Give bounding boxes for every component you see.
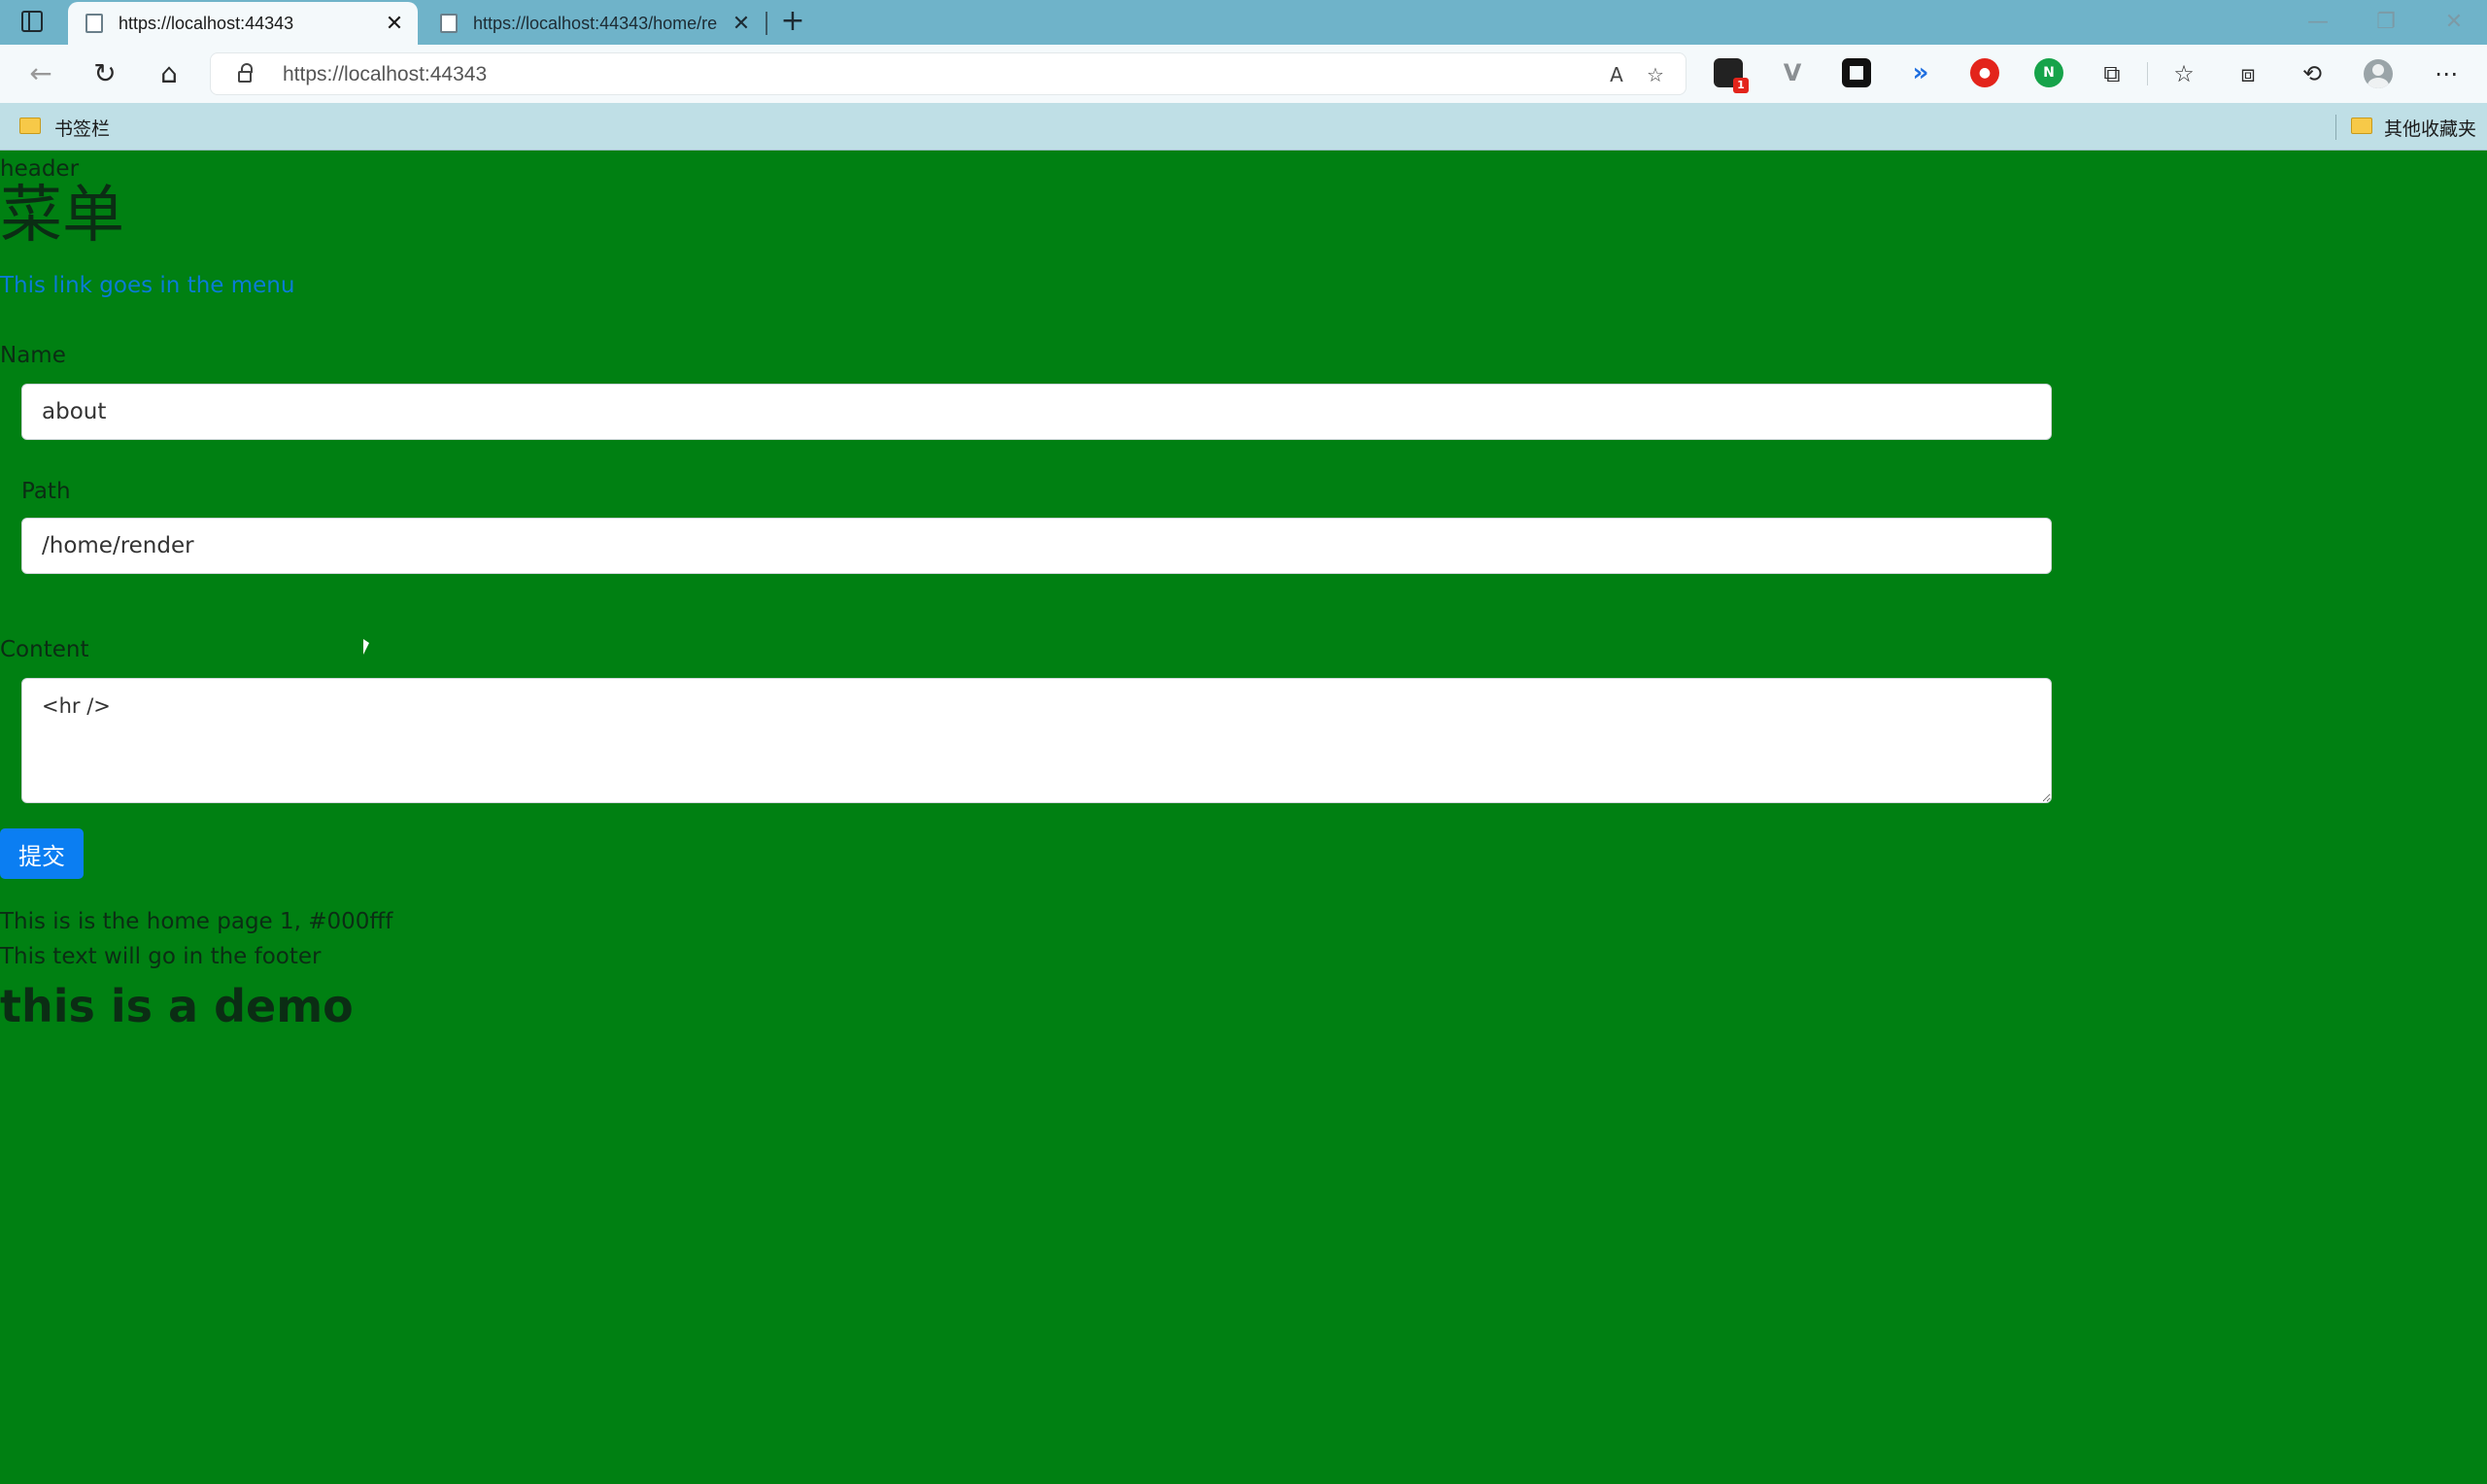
bookmarks-divider xyxy=(2335,115,2336,140)
bookmark-folder-other-favorites[interactable]: 其他收藏夹 xyxy=(2384,115,2476,141)
footer-text: This text will go in the footer xyxy=(0,944,322,969)
back-button[interactable]: ← xyxy=(21,56,60,91)
tab-localhost[interactable]: https://localhost:44343 ✕ xyxy=(68,2,418,45)
browser-chrome: https://localhost:44343 ✕ https://localh… xyxy=(0,0,2487,151)
restore-button[interactable]: ❐ xyxy=(2367,8,2405,37)
close-tab-icon[interactable]: ✕ xyxy=(381,11,408,36)
tab-title: https://localhost:44343 xyxy=(119,13,294,33)
favorites-icon[interactable]: ☆ xyxy=(2168,58,2199,89)
path-input[interactable] xyxy=(21,518,2052,574)
home-button[interactable]: ⌂ xyxy=(150,56,188,91)
submit-button[interactable]: 提交 xyxy=(0,828,84,879)
close-tab-icon[interactable]: ✕ xyxy=(728,11,755,36)
minimize-button[interactable]: — xyxy=(2299,8,2337,37)
tab-divider xyxy=(766,12,767,35)
bookmark-folder-bookmarks-bar[interactable]: 书签栏 xyxy=(54,115,110,141)
ext-3-icon[interactable] xyxy=(1842,58,1871,87)
address-url[interactable]: https://localhost:44343 xyxy=(283,53,487,96)
bookmarks-bar: 书签栏 其他收藏夹 xyxy=(0,103,2487,151)
extensions-icon[interactable]: ⧉ xyxy=(2096,58,2128,89)
tab-actions-icon[interactable] xyxy=(21,11,43,32)
profile-avatar[interactable] xyxy=(2364,59,2393,88)
header-text: header xyxy=(0,156,80,182)
path-label: Path xyxy=(21,479,71,504)
page-favicon-icon xyxy=(85,14,103,33)
page-content: header 菜单 This link goes in the menu Nam… xyxy=(0,151,2487,1484)
home-page-text: This is is the home page 1, #000fff xyxy=(0,909,393,934)
page-favicon-icon xyxy=(440,14,458,33)
folder-icon xyxy=(19,118,41,134)
name-input[interactable] xyxy=(21,384,2052,440)
menu-title: 菜单 xyxy=(0,180,124,252)
tab-strip: https://localhost:44343 ✕ https://localh… xyxy=(0,0,2487,45)
ext-6-icon[interactable]: N xyxy=(2034,58,2063,87)
notification-badge: 1 xyxy=(1733,78,1749,93)
ext-1-icon[interactable]: 1 xyxy=(1714,58,1749,93)
close-window-button[interactable]: ✕ xyxy=(2435,8,2473,37)
read-aloud-icon[interactable]: A xyxy=(1602,61,1631,88)
ext-2-icon[interactable]: V xyxy=(1778,58,1807,87)
ext-4-icon[interactable]: » xyxy=(1906,58,1935,87)
address-bar[interactable]: https://localhost:44343 A ☆ xyxy=(210,52,1686,95)
toolbar-divider xyxy=(2147,62,2148,85)
mouse-cursor xyxy=(363,639,369,655)
lock-icon[interactable] xyxy=(238,63,253,83)
tab-home-render[interactable]: https://localhost:44343/home/re ✕ xyxy=(423,2,765,45)
collections-icon[interactable]: ⧈ xyxy=(2232,58,2264,89)
ext-5-icon[interactable]: ● xyxy=(1970,58,1999,87)
menu-link[interactable]: This link goes in the menu xyxy=(0,273,294,298)
name-label: Name xyxy=(0,343,66,368)
add-favorite-icon[interactable]: ☆ xyxy=(1641,61,1670,88)
refresh-button[interactable]: ↻ xyxy=(85,56,124,91)
folder-icon xyxy=(2351,118,2372,134)
more-options-icon[interactable]: ⋯ xyxy=(2431,58,2462,89)
demo-heading: this is a demo xyxy=(0,980,354,1032)
content-textarea[interactable]: <hr /> xyxy=(21,678,2052,803)
browser-toolbar: ← ↻ ⌂ https://localhost:44343 A ☆ 1 V » … xyxy=(0,45,2487,103)
tab-title: https://localhost:44343/home/re xyxy=(473,13,718,33)
content-label: Content xyxy=(0,637,89,662)
history-icon[interactable]: ⟲ xyxy=(2297,58,2328,89)
new-tab-button[interactable]: + xyxy=(777,6,808,37)
